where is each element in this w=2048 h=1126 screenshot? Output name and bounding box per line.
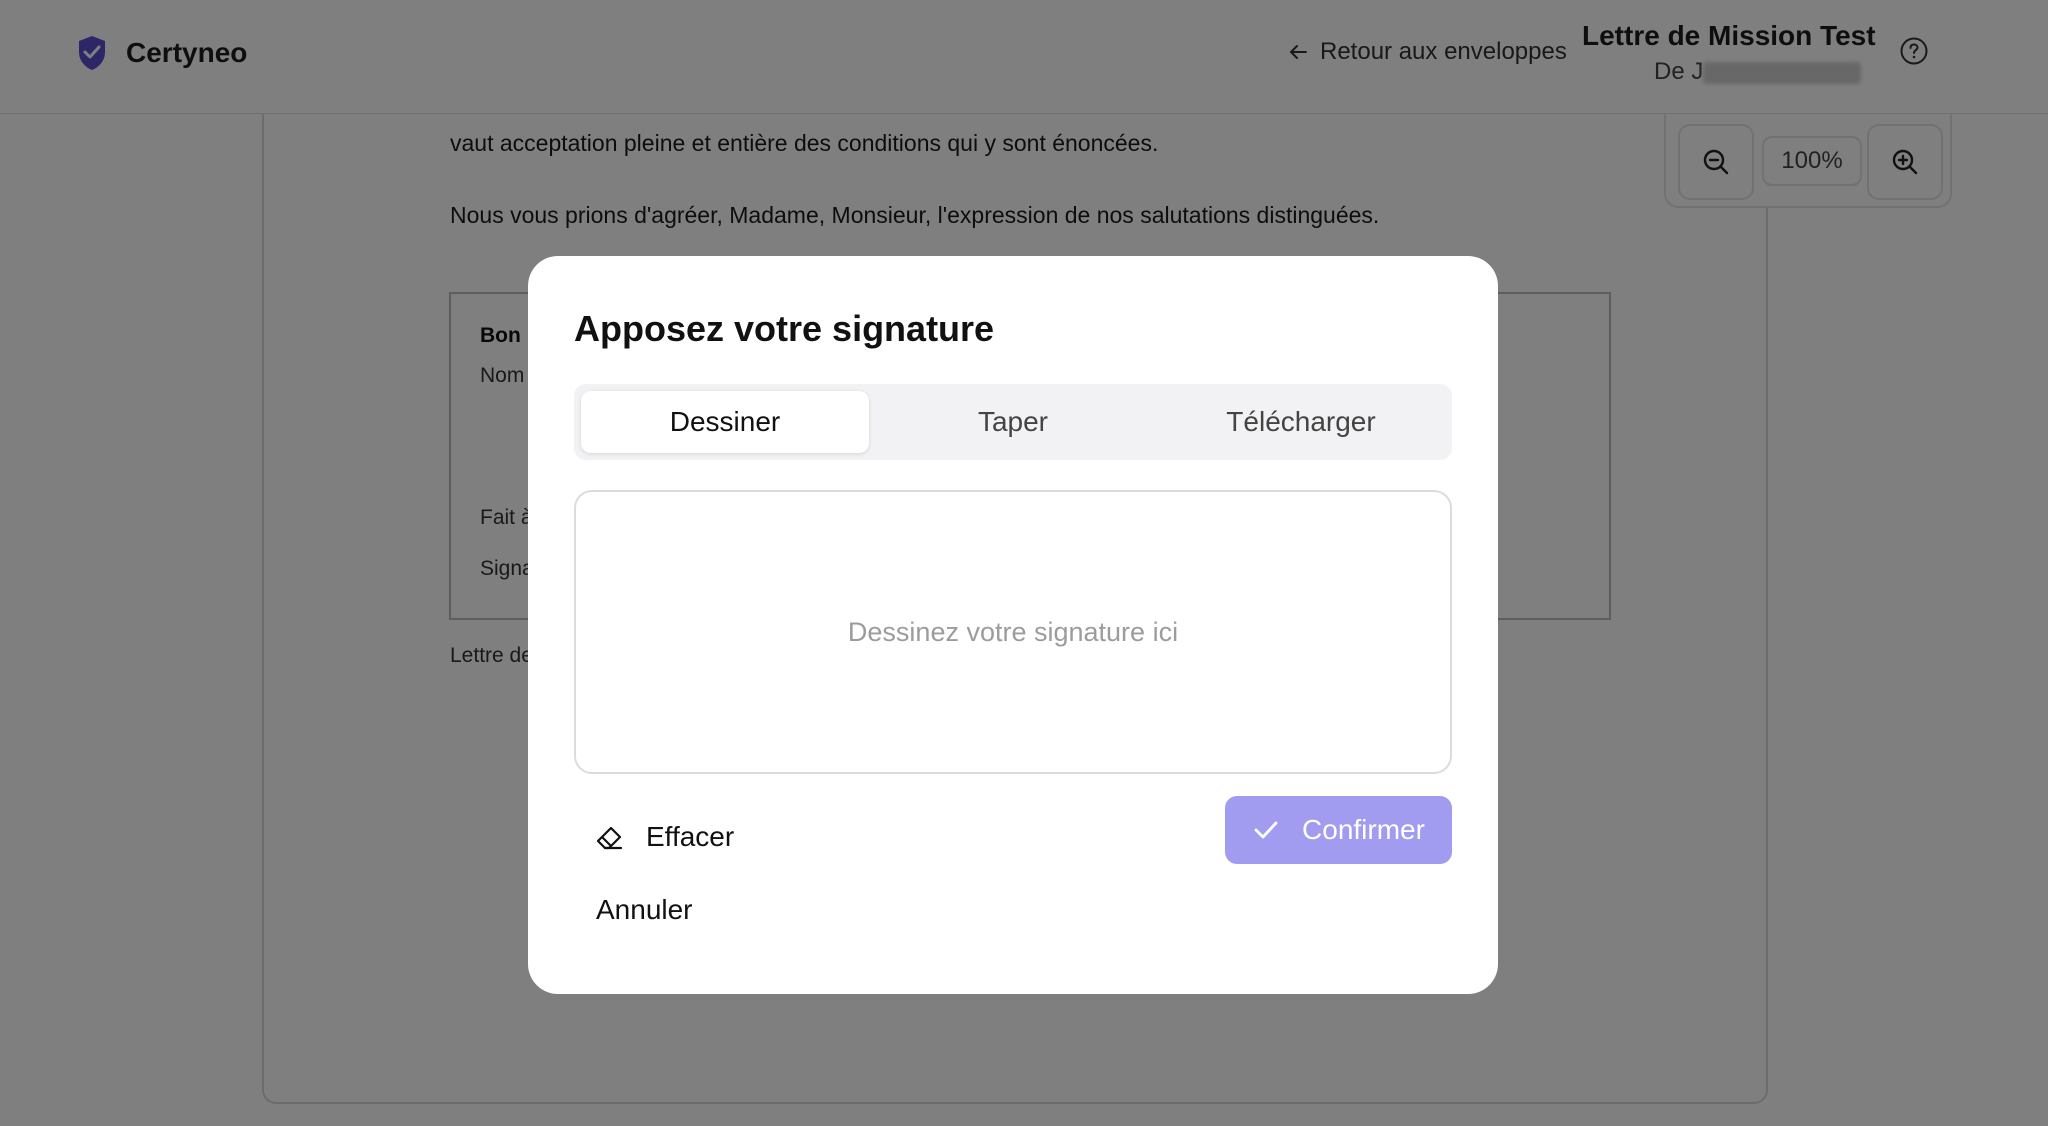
clear-button[interactable]: Effacer	[594, 812, 734, 862]
clear-label: Effacer	[646, 821, 735, 852]
signature-modal: Apposez votre signature Dessiner Taper T…	[528, 256, 1498, 994]
signature-canvas[interactable]: Dessinez votre signature ici	[574, 490, 1452, 774]
confirm-label: Confirmer	[1302, 814, 1425, 845]
cancel-button[interactable]: Annuler	[596, 894, 693, 926]
tab-draw[interactable]: Dessiner	[581, 391, 869, 453]
signature-mode-tabs: Dessiner Taper Télécharger	[574, 384, 1452, 460]
eraser-icon	[596, 826, 623, 850]
check-icon	[1254, 821, 1278, 839]
modal-title: Apposez votre signature	[574, 308, 995, 349]
confirm-button[interactable]: Confirmer	[1225, 796, 1452, 864]
signature-placeholder: Dessinez votre signature ici	[847, 616, 1179, 647]
tab-upload[interactable]: Télécharger	[1157, 391, 1445, 453]
tab-type[interactable]: Taper	[869, 391, 1157, 453]
